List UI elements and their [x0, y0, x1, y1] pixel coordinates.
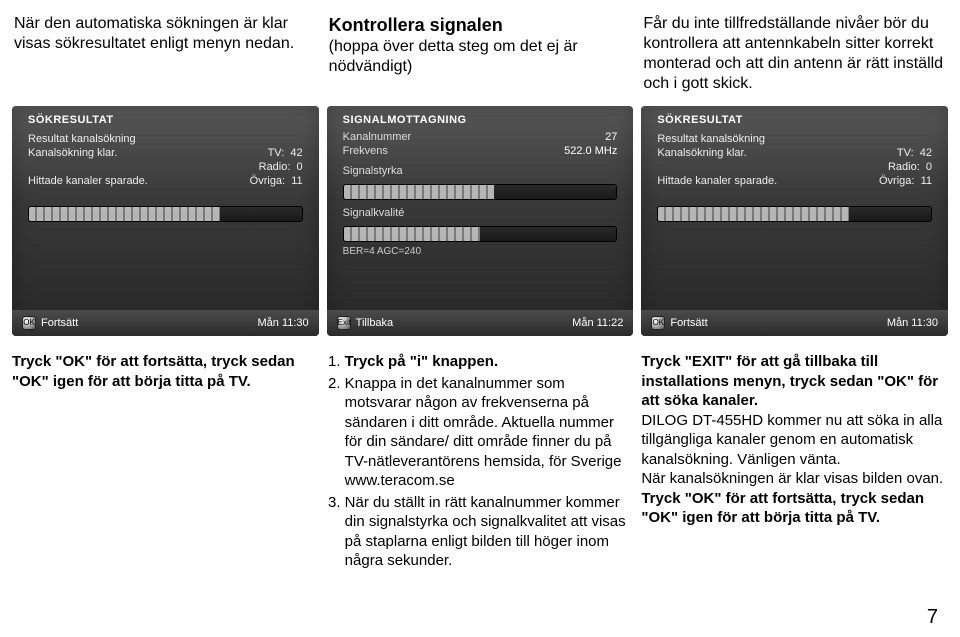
- screen-title: SÖKRESULTAT: [641, 106, 948, 130]
- step-1: Tryck på "i" knappen.: [345, 352, 634, 372]
- line: Resultat kanalsökning: [28, 133, 136, 145]
- screen-bottom-bar: Exit Tillbaka Mån 11:22: [327, 310, 634, 336]
- col1-screenshot: SÖKRESULTAT Resultat kanalsökning Kanals…: [12, 106, 319, 336]
- stat-radio: Radio: 0: [233, 161, 303, 173]
- step-2: Knappa in det kanalnummer som motsvarar …: [345, 374, 634, 491]
- progress-bar: [657, 206, 932, 222]
- signal-strength-bar: [343, 184, 618, 200]
- col-3: Får du inte tillfredställande nivåer bör…: [641, 10, 948, 336]
- ok-icon: OK: [22, 316, 36, 330]
- col1-footer: Tryck "OK" för att fortsätta, tryck seda…: [12, 352, 319, 573]
- clock: Mån 11:30: [258, 317, 309, 329]
- screen-bottom-bar: OK Fortsätt Mån 11:30: [12, 310, 319, 336]
- ber-text: BER=4 AGC=240: [327, 242, 634, 261]
- stat-tv: TV: 42: [862, 147, 932, 159]
- col-2: Kontrollera signalen (hoppa över detta s…: [327, 10, 634, 336]
- row-kanalnummer: Kanalnummer: [343, 131, 411, 143]
- clock: Mån 11:30: [887, 317, 938, 329]
- p2: DILOG DT-455HD kommer nu att söka in all…: [641, 411, 948, 470]
- col1-header: När den automatiska sökningen är klar vi…: [12, 10, 319, 106]
- p4: Tryck "OK" för att fortsätta, tryck seda…: [641, 489, 948, 528]
- val-kanalnummer: 27: [581, 131, 617, 143]
- notice: Hittade kanaler sparade.: [657, 175, 777, 187]
- line: Resultat kanalsökning: [657, 133, 765, 145]
- col3-header: Får du inte tillfredställande nivåer bör…: [641, 10, 948, 106]
- col3-footer: Tryck "EXIT" för att gå tillbaka till in…: [641, 352, 948, 573]
- col3-screenshot: SÖKRESULTAT Resultat kanalsökning Kanals…: [641, 106, 948, 336]
- row-frekvens: Frekvens: [343, 145, 388, 157]
- page-number: 7: [927, 606, 938, 629]
- clock: Mån 11:22: [572, 317, 623, 329]
- stat-radio: Radio: 0: [862, 161, 932, 173]
- line: Kanalsökning klar.: [657, 147, 746, 159]
- screen-bottom-bar: OK Fortsätt Mån 11:30: [641, 310, 948, 336]
- col2-steps: Tryck på "i" knappen. Knappa in det kana…: [327, 352, 634, 573]
- screen-title: SIGNALMOTTAGNING: [327, 106, 634, 130]
- notice: Hittade kanaler sparade.: [28, 175, 148, 187]
- ok-icon: OK: [651, 316, 665, 330]
- col2-screenshot: SIGNALMOTTAGNING Kanalnummer 27 Frekvens 5…: [327, 106, 634, 336]
- bottom-columns: Tryck "OK" för att fortsätta, tryck seda…: [0, 336, 960, 573]
- val-frekvens: 522.0 MHz: [564, 145, 617, 157]
- label-signalkvalite: Signalkvalité: [343, 207, 405, 219]
- stat-other: Övriga: 11: [862, 175, 932, 187]
- line: Kanalsökning klar.: [28, 147, 117, 159]
- step-3: När du ställt in rätt kanalnummer kommer…: [345, 493, 634, 571]
- col-1: När den automatiska sökningen är klar vi…: [12, 10, 319, 336]
- stat-tv: TV: 42: [233, 147, 303, 159]
- stat-other: Övriga: 11: [233, 175, 303, 187]
- top-columns: När den automatiska sökningen är klar vi…: [0, 0, 960, 336]
- progress-bar: [28, 206, 303, 222]
- col2-sub: (hoppa över detta steg om det ej är nödv…: [329, 38, 578, 75]
- p3: När kanalsökningen är klar visas bilden …: [641, 469, 948, 489]
- signal-quality-bar: [343, 226, 618, 242]
- screen-title: SÖKRESULTAT: [12, 106, 319, 130]
- btn-label: Tillbaka: [356, 317, 394, 329]
- btn-label: Fortsätt: [670, 317, 707, 329]
- col2-title: Kontrollera signalen: [329, 14, 632, 37]
- exit-icon: Exit: [337, 316, 351, 330]
- p1: Tryck "EXIT" för att gå tillbaka till in…: [641, 352, 948, 411]
- col2-header: Kontrollera signalen (hoppa över detta s…: [327, 10, 634, 106]
- btn-label: Fortsätt: [41, 317, 78, 329]
- label-signalstyrka: Signalstyrka: [343, 165, 403, 177]
